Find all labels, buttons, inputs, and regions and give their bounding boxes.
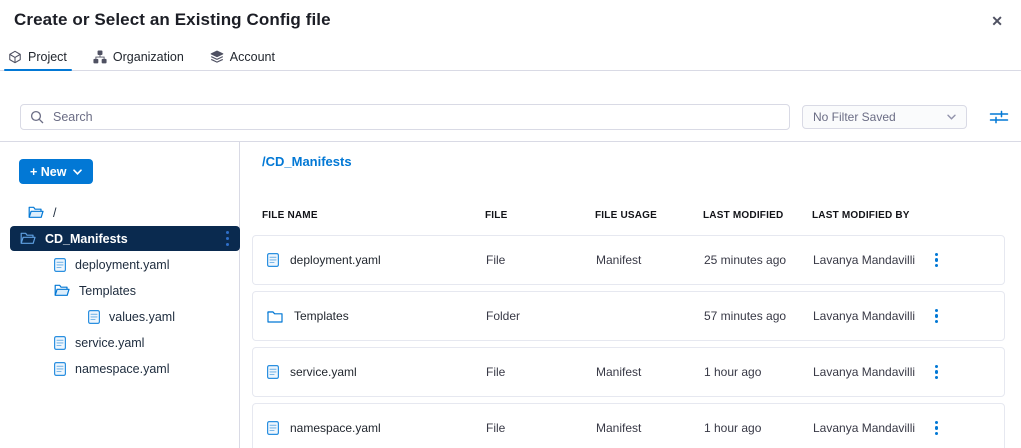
config-file-dialog: Create or Select an Existing Config file… [0,0,1021,448]
dialog-header: Create or Select an Existing Config file… [0,0,1021,44]
row-last-modified: 57 minutes ago [704,309,813,323]
folder-icon [267,310,283,323]
toolbar: No Filter Saved [0,71,1021,142]
table-row[interactable]: namespace.yaml File Manifest 1 hour ago … [252,403,1005,448]
tab-label: Account [230,50,275,64]
dialog-body: + New / CD_Manifests deployment.yaml Tem… [0,142,1021,448]
row-file-usage: Manifest [596,253,704,267]
tab-label: Project [28,50,67,64]
filter-options-button[interactable] [987,107,1011,127]
row-file-type: File [486,253,596,267]
breadcrumb[interactable]: /CD_Manifests [252,154,1005,169]
dialog-title: Create or Select an Existing Config file [14,10,331,30]
file-store-sidebar: + New / CD_Manifests deployment.yaml Tem… [0,142,240,448]
chevron-down-icon [947,114,956,120]
file-browser-main: /CD_Manifests FILE NAME FILE FILE USAGE … [240,142,1021,448]
row-file-name: namespace.yaml [290,421,381,435]
tree-item-label: service.yaml [75,336,144,350]
column-header-file-name: FILE NAME [262,210,485,221]
search-box [20,104,790,130]
file-table-rows: deployment.yaml File Manifest 25 minutes… [252,235,1005,448]
row-file-type: File [486,365,596,379]
row-last-modified-by: Lavanya Mandavilli [813,309,931,323]
column-header-last-modified: LAST MODIFIED [703,210,812,221]
column-header-file-usage: FILE USAGE [595,210,703,221]
tab-organization[interactable]: Organization [93,44,184,70]
tree-item-cd-manifests[interactable]: CD_Manifests [10,226,240,251]
saved-filter-value: No Filter Saved [813,110,896,124]
project-icon [8,50,22,64]
tab-label: Organization [113,50,184,64]
column-header-last-modified-by: LAST MODIFIED BY [812,210,930,221]
row-file-name: service.yaml [290,365,357,379]
file-icon [54,336,66,350]
row-file-type: File [486,421,596,435]
folder-open-icon [54,284,70,297]
tree-item-label: deployment.yaml [75,258,170,272]
tab-project[interactable]: Project [8,44,67,70]
tree-item-values-yaml[interactable]: values.yaml [10,304,240,329]
row-menu-icon[interactable] [931,417,942,440]
organization-icon [93,50,107,64]
tree-item-[interactable]: / [10,200,240,225]
file-icon [54,362,66,376]
column-header-file: FILE [485,210,595,221]
tree-item-label: Templates [79,284,136,298]
table-header: FILE NAME FILE FILE USAGE LAST MODIFIED … [252,210,1005,221]
file-icon [88,310,100,324]
tree-item-namespace-yaml[interactable]: namespace.yaml [10,356,240,381]
folder-open-icon [28,206,44,219]
scope-tabs: Project Organization Account [0,44,1021,71]
file-icon [54,258,66,272]
account-icon [210,50,224,64]
file-icon [267,421,279,435]
file-tree: / CD_Manifests deployment.yaml Templates… [10,200,239,381]
row-last-modified-by: Lavanya Mandavilli [813,253,931,267]
row-last-modified-by: Lavanya Mandavilli [813,421,931,435]
search-icon [30,110,44,124]
table-row[interactable]: Templates Folder 57 minutes ago Lavanya … [252,291,1005,341]
tree-item-service-yaml[interactable]: service.yaml [10,330,240,355]
tree-item-deployment-yaml[interactable]: deployment.yaml [10,252,240,277]
new-button-label: + New [30,165,66,179]
table-row[interactable]: service.yaml File Manifest 1 hour ago La… [252,347,1005,397]
chevron-down-icon [73,169,82,175]
saved-filter-select[interactable]: No Filter Saved [802,105,967,129]
row-menu-icon[interactable] [931,305,942,328]
row-file-type: Folder [486,309,596,323]
row-file-usage: Manifest [596,421,704,435]
row-file-usage: Manifest [596,365,704,379]
row-last-modified: 1 hour ago [704,365,813,379]
folder-open-icon [20,232,36,245]
row-menu-icon[interactable] [931,249,942,272]
tree-item-label: namespace.yaml [75,362,170,376]
file-icon [267,365,279,379]
table-row[interactable]: deployment.yaml File Manifest 25 minutes… [252,235,1005,285]
tab-account[interactable]: Account [210,44,275,70]
row-last-modified: 1 hour ago [704,421,813,435]
tree-item-menu-icon[interactable] [222,227,233,250]
sliders-icon [989,109,1009,125]
close-icon[interactable]: ✕ [991,14,1003,28]
row-menu-icon[interactable] [931,361,942,384]
tree-item-label: CD_Manifests [45,232,128,246]
row-last-modified-by: Lavanya Mandavilli [813,365,931,379]
search-input[interactable] [20,104,790,130]
file-icon [267,253,279,267]
row-last-modified: 25 minutes ago [704,253,813,267]
row-file-name: deployment.yaml [290,253,381,267]
tree-item-label: values.yaml [109,310,175,324]
new-button[interactable]: + New [19,159,93,184]
tree-item-label: / [53,206,56,220]
row-file-name: Templates [294,309,349,323]
tree-item-templates[interactable]: Templates [10,278,240,303]
